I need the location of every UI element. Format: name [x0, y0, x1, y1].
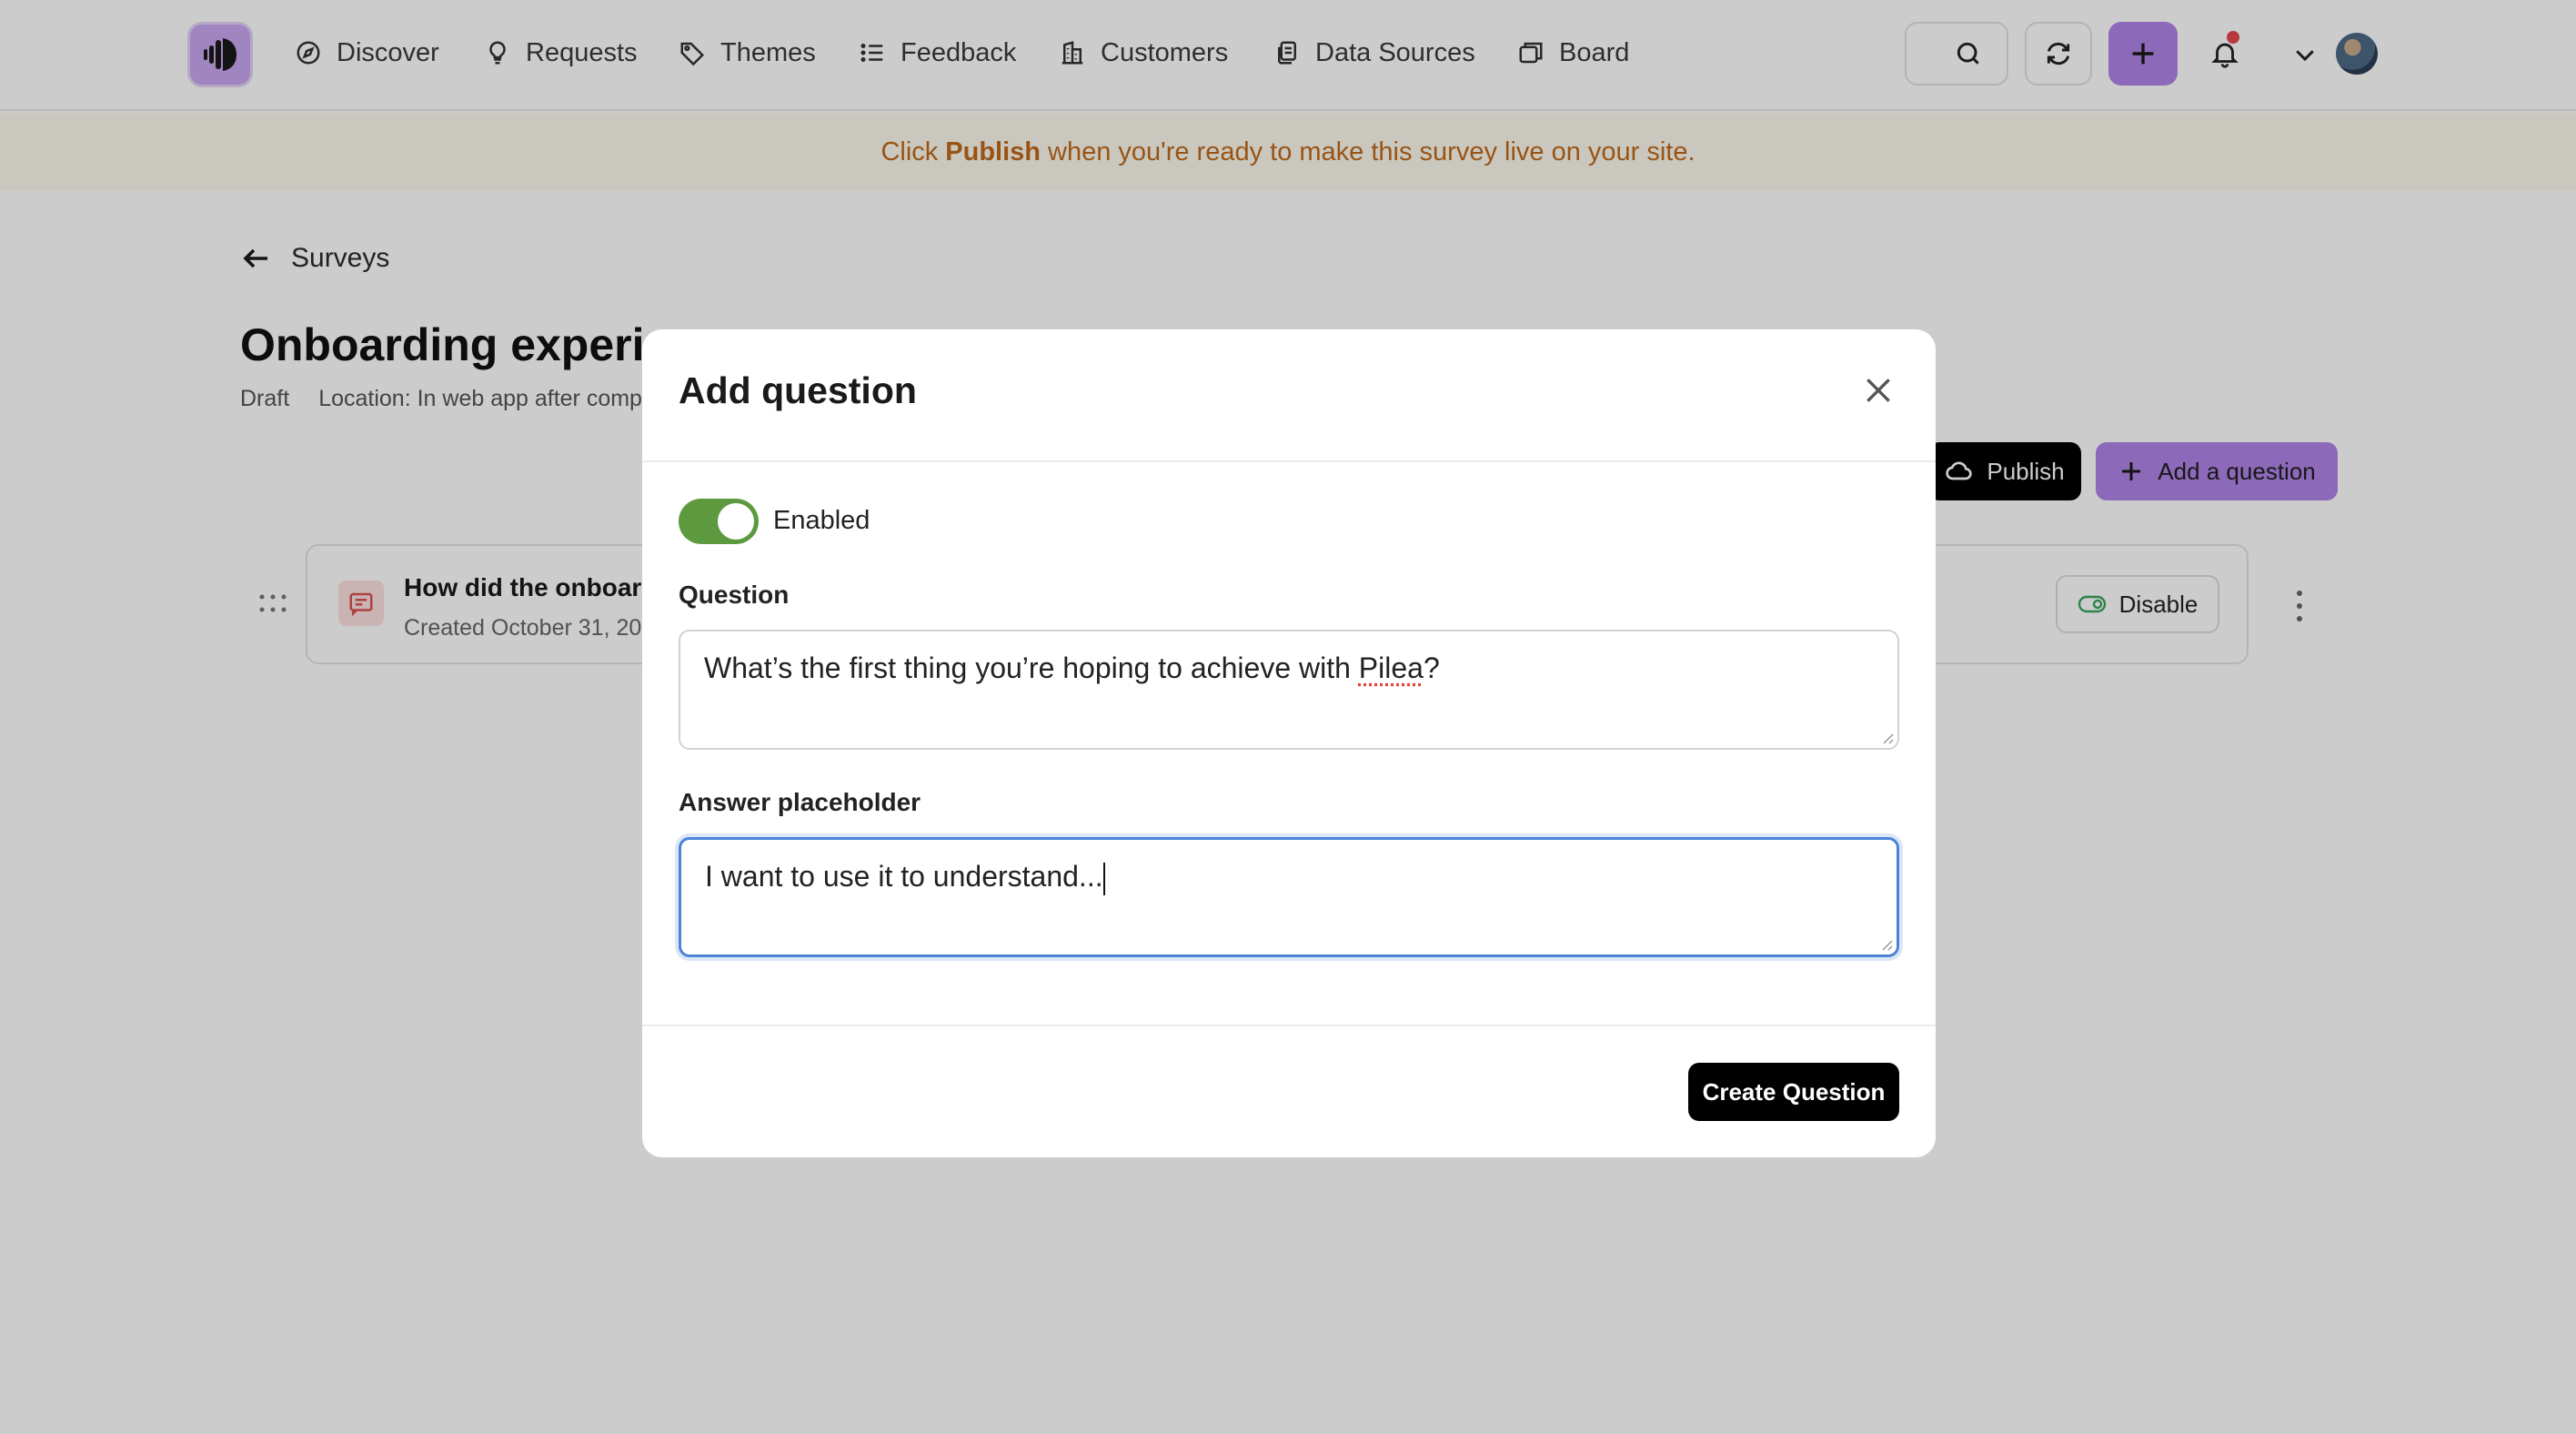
answer-placeholder-label: Answer placeholder	[679, 788, 921, 816]
enabled-toggle[interactable]	[679, 499, 759, 544]
question-label: Question	[679, 581, 790, 609]
close-icon	[1867, 379, 1890, 402]
resize-handle-icon[interactable]	[1879, 730, 1894, 744]
add-question-dialog: Add question Enabled Question What’s the…	[642, 329, 1936, 1157]
answer-placeholder-textarea[interactable]: I want to use it to understand...	[679, 837, 1899, 957]
question-text-pre: What’s the first thing you’re hoping to …	[704, 651, 1359, 684]
answer-placeholder-text: I want to use it to understand...	[705, 860, 1103, 893]
dialog-header: Add question	[642, 329, 1936, 462]
enabled-toggle-label: Enabled	[773, 506, 870, 535]
question-text-post: ?	[1423, 651, 1440, 684]
close-button[interactable]	[1857, 369, 1899, 411]
create-question-button[interactable]: Create Question	[1688, 1063, 1899, 1121]
dialog-title: Add question	[679, 369, 917, 411]
question-text-brand: Pilea	[1358, 651, 1424, 684]
resize-handle-icon[interactable]	[1878, 936, 1893, 951]
question-textarea[interactable]: What’s the first thing you’re hoping to …	[679, 630, 1899, 750]
text-cursor	[1102, 862, 1105, 895]
